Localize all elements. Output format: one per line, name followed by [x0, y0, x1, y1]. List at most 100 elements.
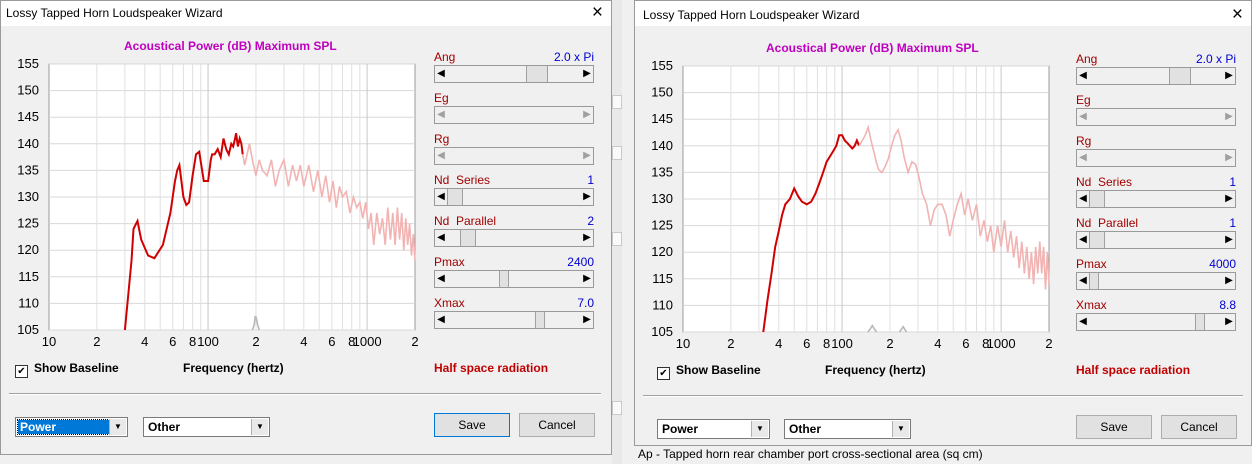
slider-thumb[interactable]	[526, 66, 548, 82]
close-icon[interactable]: ×	[592, 3, 603, 22]
left-arrow-icon[interactable]: ◀	[1077, 109, 1089, 125]
nd-parallel-slider[interactable]: ◀ ▶	[1076, 231, 1236, 249]
save-button[interactable]: Save	[1076, 415, 1152, 439]
chart-title: Acoustical Power (dB) Maximum SPL	[124, 39, 337, 53]
slider-thumb[interactable]	[1169, 68, 1191, 84]
left-arrow-icon[interactable]: ◀	[435, 312, 447, 328]
right-arrow-icon[interactable]: ▶	[581, 271, 593, 287]
right-arrow-icon[interactable]: ▶	[1223, 68, 1235, 84]
y-tick-label: 140	[17, 136, 39, 151]
nd-parallel-slider[interactable]: ◀ ▶	[434, 229, 594, 247]
other-select[interactable]: Other ▼	[784, 419, 911, 439]
left-arrow-icon[interactable]: ◀	[1077, 232, 1089, 248]
nd-series-slider[interactable]: ◀ ▶	[1076, 190, 1236, 208]
right-arrow-icon[interactable]: ▶	[1223, 191, 1235, 207]
y-tick-label: 105	[651, 324, 673, 339]
control-label: Pmax	[1076, 257, 1107, 271]
left-arrow-icon[interactable]: ◀	[1077, 150, 1089, 166]
x-tick-label: 2	[93, 334, 100, 349]
check-icon[interactable]: ✔	[657, 367, 670, 380]
slider-thumb[interactable]	[499, 271, 509, 287]
cancel-button[interactable]: Cancel	[519, 413, 595, 437]
right-arrow-icon[interactable]: ▶	[1223, 150, 1235, 166]
right-arrow-icon[interactable]: ▶	[581, 230, 593, 246]
y-tick-label: 155	[17, 56, 39, 71]
left-arrow-icon[interactable]: ◀	[435, 66, 447, 82]
chevron-down-icon[interactable]: ▼	[109, 419, 126, 435]
plot-type-value: Power	[662, 422, 699, 436]
left-arrow-icon[interactable]: ◀	[435, 107, 447, 123]
nd-series-slider[interactable]: ◀ ▶	[434, 188, 594, 206]
eg-slider[interactable]: ◀ ▶	[434, 106, 594, 124]
x-tick-label: 2	[1045, 336, 1052, 351]
chevron-down-icon[interactable]: ▼	[251, 419, 268, 435]
show-baseline-checkbox[interactable]: ✔ Show Baseline	[657, 363, 761, 380]
slider-thumb[interactable]	[460, 230, 476, 246]
x-tick-label: 2	[886, 336, 893, 351]
control-label: Eg	[1076, 93, 1091, 107]
left-arrow-icon[interactable]: ◀	[435, 271, 447, 287]
left-arrow-icon[interactable]: ◀	[435, 230, 447, 246]
x-tick-label: 2	[252, 334, 259, 349]
right-arrow-icon[interactable]: ▶	[581, 66, 593, 82]
left-arrow-icon[interactable]: ◀	[1077, 68, 1089, 84]
left-arrow-icon[interactable]: ◀	[435, 148, 447, 164]
title-bar: Lossy Tapped Horn Loudspeaker Wizard ×	[1, 1, 611, 26]
right-arrow-icon[interactable]: ▶	[1223, 314, 1235, 330]
y-tick-label: 120	[651, 244, 673, 259]
slider-thumb[interactable]	[1195, 314, 1205, 330]
x-tick-label: 8	[189, 334, 196, 349]
rg-slider[interactable]: ◀ ▶	[1076, 149, 1236, 167]
right-arrow-icon[interactable]: ▶	[1223, 232, 1235, 248]
y-tick-label: 130	[17, 189, 39, 204]
show-baseline-checkbox[interactable]: ✔ Show Baseline	[15, 361, 119, 378]
cancel-button[interactable]: Cancel	[1161, 415, 1237, 439]
wizard-window-left: Lossy Tapped Horn Loudspeaker Wizard × A…	[0, 0, 612, 455]
rg-slider[interactable]: ◀ ▶	[434, 147, 594, 165]
slider-thumb[interactable]	[447, 189, 463, 205]
chart-title: Acoustical Power (dB) Maximum SPL	[766, 41, 979, 55]
right-arrow-icon[interactable]: ▶	[581, 189, 593, 205]
slider-thumb[interactable]	[1089, 191, 1105, 207]
control-label: Eg	[434, 91, 449, 105]
control-value: 1	[1229, 216, 1236, 230]
control-label: Rg	[434, 132, 450, 146]
other-select[interactable]: Other ▼	[143, 417, 270, 437]
ang-slider[interactable]: ◀ ▶	[434, 65, 594, 83]
control-label: Nd Parallel	[1076, 216, 1139, 230]
background-scroll-stub	[612, 146, 622, 160]
left-arrow-icon[interactable]: ◀	[435, 189, 447, 205]
eg-slider[interactable]: ◀ ▶	[1076, 108, 1236, 126]
left-arrow-icon[interactable]: ◀	[1077, 191, 1089, 207]
left-arrow-icon[interactable]: ◀	[1077, 314, 1089, 330]
left-arrow-icon[interactable]: ◀	[1077, 273, 1089, 289]
slider-thumb[interactable]	[1089, 232, 1105, 248]
pmax-slider[interactable]: ◀ ▶	[1076, 272, 1236, 290]
right-arrow-icon[interactable]: ▶	[581, 148, 593, 164]
pmax-slider[interactable]: ◀ ▶	[434, 270, 594, 288]
control-label: Rg	[1076, 134, 1092, 148]
save-button[interactable]: Save	[434, 413, 510, 437]
right-arrow-icon[interactable]: ▶	[1223, 273, 1235, 289]
slider-thumb[interactable]	[1089, 273, 1099, 289]
plot-type-select[interactable]: Power ▼	[657, 419, 770, 439]
control-label: Ang	[1076, 52, 1098, 66]
plot-type-select[interactable]: Power ▼	[15, 417, 128, 437]
check-icon[interactable]: ✔	[15, 365, 28, 378]
chevron-down-icon[interactable]: ▼	[892, 421, 909, 437]
x-tick-label: 6	[962, 336, 969, 351]
control-label: Nd Parallel	[434, 214, 497, 228]
right-arrow-icon[interactable]: ▶	[581, 107, 593, 123]
y-tick-label: 125	[17, 216, 39, 231]
right-arrow-icon[interactable]: ▶	[581, 312, 593, 328]
xmax-slider[interactable]: ◀ ▶	[1076, 313, 1236, 331]
y-tick-label: 115	[652, 271, 673, 286]
slider-thumb[interactable]	[535, 312, 545, 328]
xmax-slider[interactable]: ◀ ▶	[434, 311, 594, 329]
y-tick-label: 115	[18, 269, 39, 284]
ang-slider[interactable]: ◀ ▶	[1076, 67, 1236, 85]
chevron-down-icon[interactable]: ▼	[751, 421, 768, 437]
right-arrow-icon[interactable]: ▶	[1223, 109, 1235, 125]
close-icon[interactable]: ×	[1232, 5, 1243, 24]
separator	[643, 395, 1243, 397]
